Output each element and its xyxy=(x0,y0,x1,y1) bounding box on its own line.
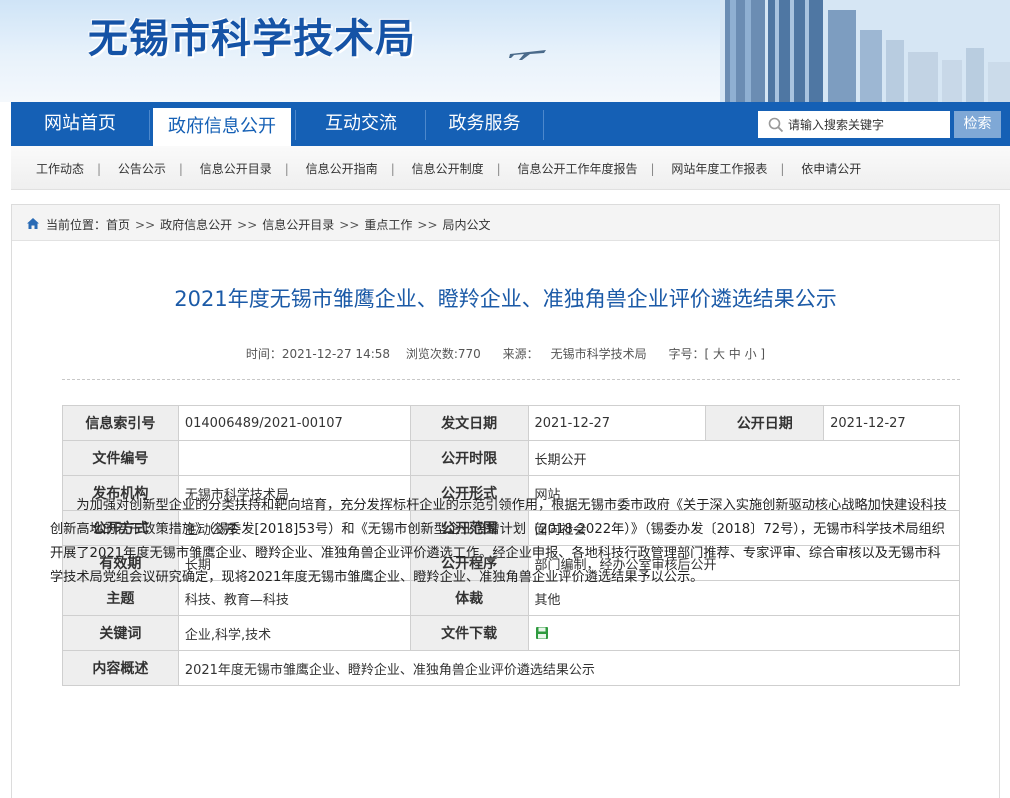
breadcrumb-separator: >> xyxy=(339,218,360,232)
source: 来源： 无锡市科学技术局 xyxy=(497,347,653,361)
subnav-divider: | xyxy=(650,162,655,176)
sub-nav: 工作动态 | 公告公示 | 信息公开目录 | 信息公开指南 | 信息公开制度 | 信息公开… xyxy=(11,146,1010,190)
nav-item-gov-info[interactable]: 政府信息公开 xyxy=(153,108,291,146)
table-row: 信息索引号 014006489/2021-00107 发文日期 2021-12-… xyxy=(62,405,960,441)
download-cell xyxy=(527,615,960,651)
nav-item-interaction[interactable]: 互动交流 xyxy=(297,102,425,146)
subnav-item-announcements[interactable]: 公告公示 xyxy=(118,160,166,177)
breadcrumb-separator: >> xyxy=(237,218,258,232)
divider xyxy=(62,379,960,380)
publish-time: 时间：2021-12-27 14:58 xyxy=(245,347,391,361)
breadcrumb-separator: >> xyxy=(417,218,438,232)
subnav-divider: | xyxy=(390,162,395,176)
view-count: 浏览次数:770 xyxy=(405,347,481,361)
subnav-item-info-system[interactable]: 信息公开制度 xyxy=(412,160,484,177)
summary-value: 2021年度无锡市雏鹰企业、瞪羚企业、准独角兽企业评价遴选结果公示 xyxy=(177,650,961,686)
header-banner: 无锡市科学技术局 xyxy=(0,0,1010,102)
search-input[interactable] xyxy=(788,111,948,138)
breadcrumb-prefix: 当前位置： xyxy=(46,218,107,232)
subnav-divider: | xyxy=(496,162,501,176)
keywords-value: 企业,科学,技术 xyxy=(177,615,411,651)
nav-item-services[interactable]: 政务服务 xyxy=(426,102,543,146)
subnav-item-info-guide[interactable]: 信息公开指南 xyxy=(306,160,378,177)
issue-date-value: 2021-12-27 xyxy=(527,405,707,441)
open-date-value: 2021-12-27 xyxy=(823,405,960,441)
open-time-label: 公开时限 xyxy=(409,440,529,476)
subnav-item-annual-report[interactable]: 信息公开工作年度报告 xyxy=(517,160,637,177)
article-meta: 时间：2021-12-27 14:58 浏览次数:770 来源： 无锡市科学技术局… xyxy=(12,345,999,362)
source-label: 来源： xyxy=(502,347,539,361)
breadcrumb-item-internal-docs[interactable]: 局内公文 xyxy=(443,218,491,232)
index-label: 信息索引号 xyxy=(62,405,179,441)
breadcrumb-separator: >> xyxy=(135,218,156,232)
index-value: 014006489/2021-00107 xyxy=(177,405,411,441)
search-box xyxy=(758,111,950,138)
site-title[interactable]: 无锡市科学技术局 xyxy=(88,6,416,64)
keywords-label: 关键词 xyxy=(62,615,179,651)
home-icon xyxy=(27,218,39,229)
city-skyline-image xyxy=(720,0,1010,102)
doc-no-value xyxy=(177,440,411,476)
summary-label: 内容概述 xyxy=(62,650,179,686)
article-title: 2021年度无锡市雏鹰企业、瞪羚企业、准独角兽企业评价遴选结果公示 xyxy=(174,287,837,311)
nav-divider xyxy=(149,110,150,140)
search-button[interactable]: 检索 xyxy=(954,111,1001,138)
table-row: 关键词 企业,科学,技术 文件下载 xyxy=(62,615,960,651)
issue-date-label: 发文日期 xyxy=(409,405,529,441)
font-size-control[interactable]: 字号：[ 大 中 小 ] xyxy=(668,347,765,361)
table-row: 内容概述 2021年度无锡市雏鹰企业、瞪羚企业、准独角兽企业评价遴选结果公示 xyxy=(62,650,961,686)
nav-divider xyxy=(543,110,544,140)
breadcrumb: 当前位置：首页 >> 政府信息公开 >> 信息公开目录 >> 重点工作 >> 局内公文 xyxy=(12,205,999,241)
breadcrumb-item-home[interactable]: 首页 xyxy=(106,218,130,232)
subnav-divider: | xyxy=(284,162,289,176)
main-nav: 网站首页 政府信息公开 互动交流 政务服务 检索 xyxy=(11,102,1010,146)
doc-no-label: 文件编号 xyxy=(62,440,179,476)
article-body: 为加强对创新型企业的分类扶持和靶向培育，充分发挥标杆企业的示范引领作用，根据无锡… xyxy=(50,498,947,585)
subnav-divider: | xyxy=(97,162,102,176)
download-label: 文件下载 xyxy=(409,615,529,651)
breadcrumb-item-gov-info[interactable]: 政府信息公开 xyxy=(160,218,232,232)
open-date-label: 公开日期 xyxy=(705,405,825,441)
subnav-divider: | xyxy=(178,162,183,176)
open-time-value: 长期公开 xyxy=(527,440,960,476)
table-row: 文件编号 公开时限 长期公开 xyxy=(62,440,960,476)
subnav-item-site-report[interactable]: 网站年度工作报表 xyxy=(671,160,767,177)
nav-divider xyxy=(295,110,296,140)
subnav-item-on-request[interactable]: 依申请公开 xyxy=(801,160,861,177)
breadcrumb-item-key-work[interactable]: 重点工作 xyxy=(364,218,412,232)
airplane-icon xyxy=(509,50,546,60)
subnav-item-info-catalog[interactable]: 信息公开目录 xyxy=(200,160,272,177)
search-icon xyxy=(768,117,784,133)
save-file-icon[interactable] xyxy=(535,626,549,640)
nav-item-home[interactable]: 网站首页 xyxy=(11,102,149,146)
subnav-divider: | xyxy=(780,162,785,176)
source-value: 无锡市科学技术局 xyxy=(550,347,647,361)
subnav-item-work-news[interactable]: 工作动态 xyxy=(36,160,84,177)
breadcrumb-item-info-catalog[interactable]: 信息公开目录 xyxy=(262,218,334,232)
